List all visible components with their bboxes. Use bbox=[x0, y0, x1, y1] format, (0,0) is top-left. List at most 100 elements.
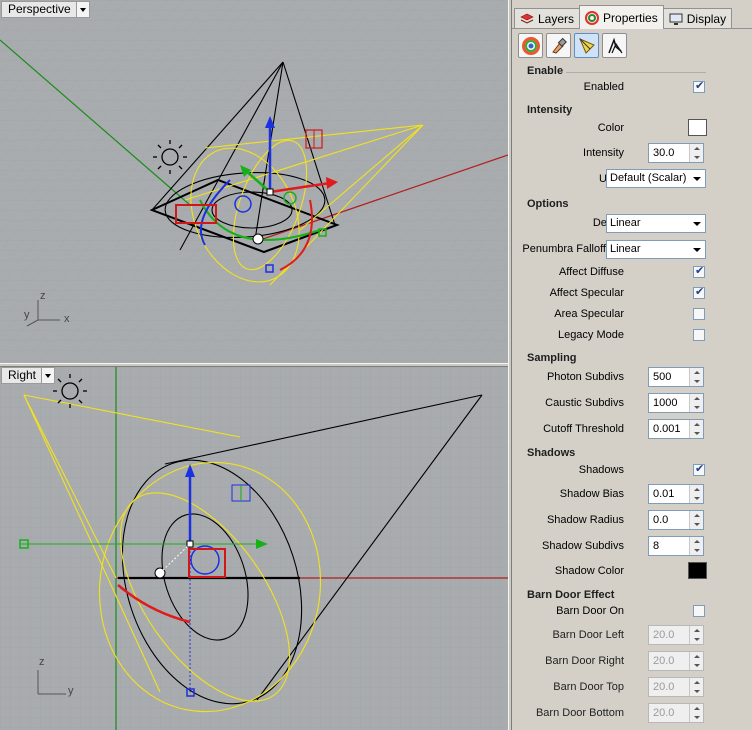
section-enable-title: Enable bbox=[527, 65, 564, 77]
barn-door-left-value[interactable]: 20.0 bbox=[649, 626, 689, 644]
spinner-buttons[interactable] bbox=[689, 626, 703, 644]
decay-value: Linear bbox=[610, 217, 641, 229]
section-sampling-title: Sampling bbox=[527, 352, 577, 364]
spinner-buttons[interactable] bbox=[689, 704, 703, 722]
cutoff-threshold-value[interactable]: 0.001 bbox=[649, 420, 689, 438]
legacy-mode-label: Legacy Mode bbox=[557, 329, 624, 341]
shadow-radius-spinner[interactable]: 0.0 bbox=[648, 510, 704, 530]
panel-tabs: Layers Properties Display bbox=[514, 5, 733, 29]
tab-label: Layers bbox=[538, 12, 575, 26]
legacy-mode-checkbox[interactable] bbox=[693, 329, 705, 341]
intensity-spinner[interactable]: 30.0 bbox=[648, 143, 704, 163]
light-color-swatch[interactable] bbox=[688, 119, 707, 136]
spinner-buttons[interactable] bbox=[689, 420, 703, 438]
barn-door-right-value[interactable]: 20.0 bbox=[649, 652, 689, 670]
photon-subdivs-value[interactable]: 500 bbox=[649, 368, 689, 386]
right-scene[interactable] bbox=[0, 367, 508, 730]
tab-layers[interactable]: Layers bbox=[514, 8, 581, 29]
viewport-menu-arrow-icon[interactable] bbox=[75, 2, 89, 17]
right-viewport[interactable]: z y Right bbox=[0, 367, 508, 730]
spinner-buttons[interactable] bbox=[689, 678, 703, 696]
viewport-title[interactable]: Perspective bbox=[2, 2, 76, 17]
chevron-down-icon[interactable] bbox=[689, 170, 705, 187]
decay-dropdown[interactable]: Linear bbox=[606, 214, 706, 233]
area-specular-label: Area Specular bbox=[554, 308, 624, 320]
barn-door-on-label: Barn Door On bbox=[556, 605, 624, 617]
barn-door-right-spinner[interactable]: 20.0 bbox=[648, 651, 704, 671]
perspective-scene[interactable] bbox=[0, 0, 508, 363]
axis-label-z: z bbox=[39, 656, 45, 668]
units-value: Default (Scalar) bbox=[610, 172, 687, 184]
caustic-subdivs-spinner[interactable]: 1000 bbox=[648, 393, 704, 413]
barn-door-left-spinner[interactable]: 20.0 bbox=[648, 625, 704, 645]
viewport-title[interactable]: Right bbox=[2, 368, 41, 383]
chevron-down-icon[interactable] bbox=[689, 241, 705, 258]
properties-icon bbox=[585, 10, 600, 25]
barn-door-top-spinner[interactable]: 20.0 bbox=[648, 677, 704, 697]
spinner-buttons[interactable] bbox=[689, 144, 703, 162]
tab-label: Display bbox=[686, 12, 727, 26]
photon-subdivs-spinner[interactable]: 500 bbox=[648, 367, 704, 387]
barn-door-on-checkbox[interactable] bbox=[693, 605, 705, 617]
barn-door-bottom-value[interactable]: 20.0 bbox=[649, 704, 689, 722]
photon-subdivs-label: Photon Subdivs bbox=[546, 371, 624, 383]
penumbra-dropdown[interactable]: Linear bbox=[606, 240, 706, 259]
affect-diffuse-checkbox[interactable] bbox=[693, 264, 705, 278]
penumbra-value: Linear bbox=[610, 243, 641, 255]
spinner-buttons[interactable] bbox=[689, 485, 703, 503]
area-specular-checkbox[interactable] bbox=[693, 308, 705, 320]
perspective-viewport[interactable]: z x y Perspective bbox=[0, 0, 508, 363]
units-dropdown[interactable]: Default (Scalar) bbox=[606, 169, 706, 188]
barn-door-bottom-spinner[interactable]: 20.0 bbox=[648, 703, 704, 723]
section-divider bbox=[566, 72, 706, 73]
material-brush-icon bbox=[551, 37, 567, 54]
viewport-tab-right[interactable]: Right bbox=[1, 367, 56, 384]
shadow-bias-label: Shadow Bias bbox=[559, 488, 624, 500]
cutoff-threshold-label: Cutoff Threshold bbox=[543, 423, 624, 435]
caustic-subdivs-value[interactable]: 1000 bbox=[649, 394, 689, 412]
color-wheel-icon bbox=[521, 36, 540, 55]
shadows-checkbox[interactable] bbox=[693, 462, 705, 476]
axis-label-x: x bbox=[64, 313, 70, 325]
shadow-radius-value[interactable]: 0.0 bbox=[649, 511, 689, 529]
shadow-subdivs-spinner[interactable]: 8 bbox=[648, 536, 704, 556]
render-plugin-icon bbox=[607, 37, 622, 53]
section-intensity-title: Intensity bbox=[527, 104, 573, 116]
penumbra-label: Penumbra Falloff bbox=[522, 243, 606, 255]
spinner-buttons[interactable] bbox=[689, 394, 703, 412]
enabled-checkbox[interactable] bbox=[693, 79, 705, 93]
light-properties-button[interactable] bbox=[574, 33, 599, 58]
shadow-color-swatch[interactable] bbox=[688, 562, 707, 579]
caustic-subdivs-label: Caustic Subdivs bbox=[545, 397, 624, 409]
affect-specular-label: Affect Specular bbox=[549, 287, 624, 299]
spotlight-icon bbox=[578, 37, 595, 54]
spinner-buttons[interactable] bbox=[689, 652, 703, 670]
shadow-bias-value[interactable]: 0.01 bbox=[649, 485, 689, 503]
properties-scroll[interactable]: Enable Enabled Intensity Color Intensity… bbox=[518, 62, 718, 730]
intensity-value[interactable]: 30.0 bbox=[649, 144, 689, 162]
spinner-buttons[interactable] bbox=[689, 368, 703, 386]
axis-label-y: y bbox=[68, 685, 74, 697]
barn-door-bottom-label: Barn Door Bottom bbox=[535, 707, 624, 719]
viewport-menu-arrow-icon[interactable] bbox=[41, 368, 55, 383]
properties-panel: Layers Properties Display Enable Enabled… bbox=[512, 0, 752, 730]
render-plugin-button[interactable] bbox=[602, 33, 627, 58]
display-icon bbox=[669, 12, 683, 26]
cutoff-threshold-spinner[interactable]: 0.001 bbox=[648, 419, 704, 439]
barn-door-left-label: Barn Door Left bbox=[552, 629, 624, 641]
spinner-buttons[interactable] bbox=[689, 511, 703, 529]
affect-specular-checkbox[interactable] bbox=[693, 285, 705, 299]
shadow-bias-spinner[interactable]: 0.01 bbox=[648, 484, 704, 504]
viewport-tab-perspective[interactable]: Perspective bbox=[1, 1, 90, 18]
material-button[interactable] bbox=[546, 33, 571, 58]
shadows-label: Shadows bbox=[578, 464, 624, 476]
tab-properties[interactable]: Properties bbox=[579, 5, 664, 29]
intensity-label: Intensity bbox=[583, 147, 624, 159]
barn-door-top-value[interactable]: 20.0 bbox=[649, 678, 689, 696]
shadow-subdivs-value[interactable]: 8 bbox=[649, 537, 689, 555]
tab-display[interactable]: Display bbox=[662, 8, 733, 29]
spinner-buttons[interactable] bbox=[689, 537, 703, 555]
chevron-down-icon[interactable] bbox=[689, 215, 705, 232]
object-properties-button[interactable] bbox=[518, 33, 543, 58]
section-shadows-title: Shadows bbox=[527, 447, 576, 459]
